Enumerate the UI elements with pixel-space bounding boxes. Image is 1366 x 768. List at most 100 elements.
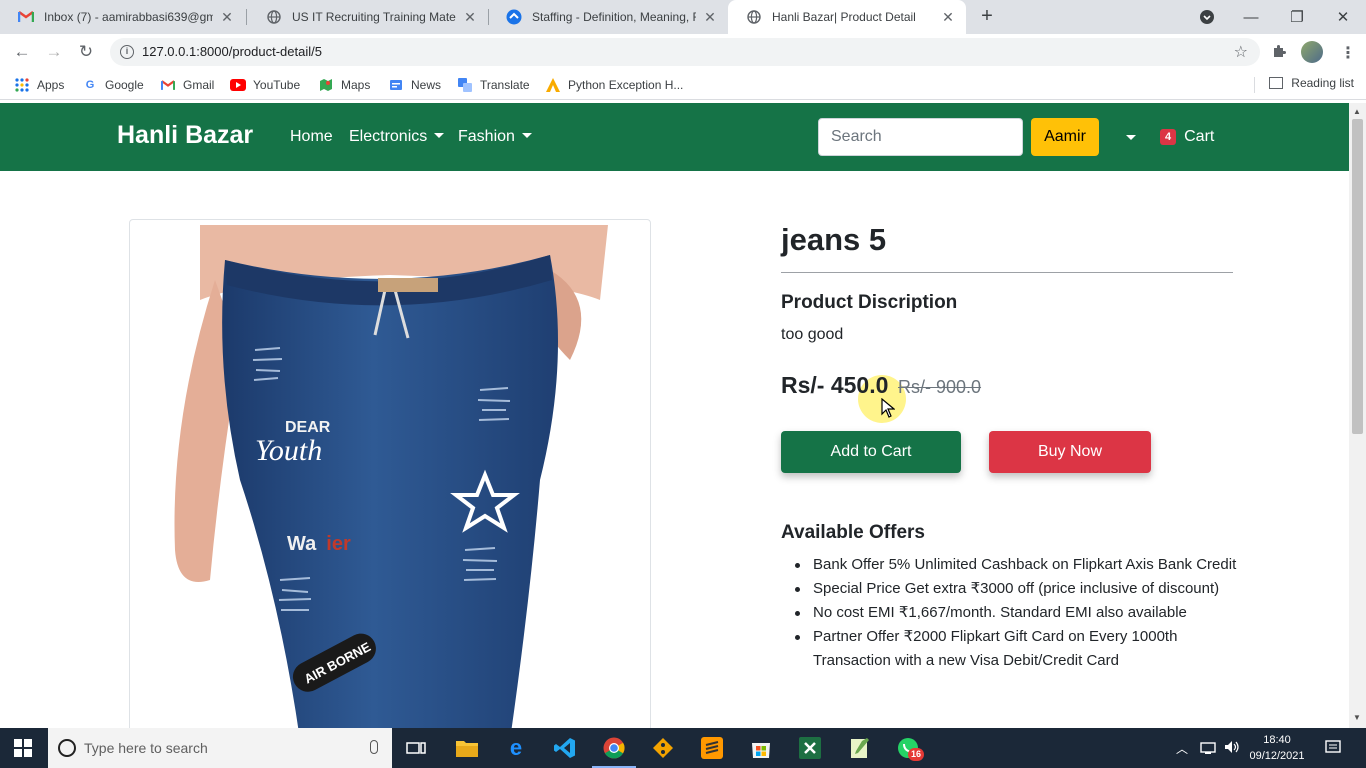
- excel-icon[interactable]: [798, 736, 822, 760]
- patch-text-warrior-white: Wa: [287, 533, 317, 555]
- cart-label: Cart: [1184, 128, 1215, 145]
- bookmark-label: Maps: [341, 78, 371, 92]
- tab-gmail-inbox[interactable]: Inbox (7) - aamirabbasi639@gmail.com ✕: [0, 0, 245, 34]
- bookmark-gmail[interactable]: Gmail: [160, 76, 214, 94]
- close-tab-icon[interactable]: ✕: [940, 9, 956, 25]
- menu-kebab-icon[interactable]: ⋮: [1340, 43, 1356, 63]
- tab-recruiting[interactable]: US IT Recruiting Training Materials ✕: [248, 0, 488, 34]
- patch-text-warrior-red: ier: [326, 533, 351, 555]
- close-tab-icon[interactable]: ✕: [219, 9, 235, 25]
- bookmark-apps[interactable]: Apps: [14, 76, 64, 94]
- user-button[interactable]: Aamir: [1031, 118, 1099, 156]
- forward-arrow-icon[interactable]: →: [42, 40, 66, 64]
- tray-chevron-up-icon[interactable]: ︿: [1176, 740, 1188, 757]
- taskbar-clock[interactable]: 18:40 09/12/2021: [1246, 732, 1308, 764]
- tab-divider: [246, 9, 247, 25]
- nav-label: Fashion: [458, 128, 515, 145]
- volume-icon[interactable]: [1224, 740, 1240, 757]
- bookmark-star-icon[interactable]: ☆: [1234, 42, 1248, 62]
- tab-product-detail[interactable]: Hanli Bazar| Product Detail ✕: [728, 0, 966, 34]
- youtube-icon: [230, 77, 246, 93]
- tab-staffing[interactable]: Staffing - Definition, Meaning, Function…: [488, 0, 728, 34]
- cart-link[interactable]: 4 Cart: [1160, 128, 1214, 146]
- whatsapp-icon[interactable]: 16: [896, 736, 925, 761]
- taskbar-search-box[interactable]: Type here to search: [48, 728, 392, 768]
- site-brand[interactable]: Hanli Bazar: [117, 121, 253, 150]
- bookmark-maps[interactable]: Maps: [318, 76, 370, 94]
- mouse-cursor-icon: [881, 397, 896, 423]
- scrollbar-thumb[interactable]: [1352, 119, 1363, 434]
- sublime-text-icon[interactable]: [700, 736, 724, 760]
- tab-title: US IT Recruiting Training Materials: [292, 10, 456, 24]
- browser-tab-strip: Inbox (7) - aamirabbasi639@gmail.com ✕ U…: [0, 0, 1366, 34]
- staffing-icon: [506, 9, 522, 25]
- search-input[interactable]: [818, 118, 1023, 156]
- bookmark-python-exception[interactable]: Python Exception H...: [545, 76, 683, 94]
- taskbar-search-placeholder: Type here to search: [84, 740, 208, 756]
- chrome-icon[interactable]: [592, 736, 636, 768]
- bookmark-label: Apps: [37, 78, 65, 92]
- bookmark-news[interactable]: News: [388, 76, 441, 94]
- buy-now-button[interactable]: Buy Now: [989, 431, 1151, 473]
- google-icon: G: [85, 79, 95, 91]
- restore-button[interactable]: ❐: [1274, 0, 1320, 34]
- maps-icon: [318, 77, 334, 93]
- file-explorer-icon[interactable]: [455, 736, 479, 760]
- bookmark-google[interactable]: G Google: [82, 76, 144, 94]
- close-tab-icon[interactable]: ✕: [462, 9, 478, 25]
- url-text[interactable]: 127.0.0.1:8000/product-detail/5: [142, 38, 322, 66]
- browser-toolbar: ← → ↻ i 127.0.0.1:8000/product-detail/5 …: [0, 34, 1366, 70]
- extensions-puzzle-icon[interactable]: [1271, 43, 1287, 64]
- offers-list: Bank Offer 5% Unlimited Cashback on Flip…: [781, 553, 1241, 673]
- notifications-icon[interactable]: [1325, 740, 1341, 757]
- tab-title: Hanli Bazar| Product Detail: [772, 10, 916, 24]
- user-dropdown-caret-icon[interactable]: [1126, 135, 1136, 140]
- cart-count-badge: 4: [1160, 129, 1177, 145]
- divider: [781, 272, 1233, 273]
- nav-electronics-dropdown[interactable]: Electronics: [349, 128, 445, 146]
- edge-browser-icon[interactable]: e: [504, 735, 528, 760]
- reading-list-icon: [1269, 77, 1284, 89]
- microsoft-store-icon[interactable]: [749, 736, 773, 760]
- windows-start-icon[interactable]: [14, 739, 32, 762]
- add-to-cart-button[interactable]: Add to Cart: [781, 431, 961, 473]
- tab-search-icon[interactable]: [1184, 0, 1230, 34]
- gmail-icon: [160, 77, 176, 93]
- microphone-icon[interactable]: [370, 740, 378, 754]
- git-icon[interactable]: [651, 736, 675, 760]
- caret-down-icon: [521, 133, 532, 138]
- bookmark-divider: [1254, 77, 1255, 93]
- nav-fashion-dropdown[interactable]: Fashion: [458, 128, 532, 146]
- news-icon: [388, 77, 404, 93]
- clock-date: 09/12/2021: [1249, 750, 1305, 762]
- scroll-up-arrow-icon[interactable]: ▲: [1353, 107, 1361, 116]
- product-title: jeans 5: [781, 222, 887, 257]
- scroll-down-arrow-icon[interactable]: ▼: [1353, 713, 1361, 722]
- close-tab-icon[interactable]: ✕: [702, 9, 718, 25]
- address-bar[interactable]: i 127.0.0.1:8000/product-detail/5 ☆: [110, 38, 1260, 66]
- site-info-icon[interactable]: i: [120, 45, 134, 59]
- notepad-icon[interactable]: [847, 736, 871, 760]
- network-icon[interactable]: [1200, 740, 1216, 757]
- product-description: too good: [781, 326, 844, 343]
- task-view-icon[interactable]: [404, 736, 428, 760]
- bookmark-youtube[interactable]: YouTube: [230, 76, 300, 94]
- close-window-button[interactable]: ✕: [1320, 0, 1366, 34]
- back-arrow-icon[interactable]: ←: [10, 40, 34, 64]
- new-tab-button[interactable]: +: [976, 6, 998, 28]
- nav-label: Electronics: [349, 128, 428, 145]
- page-scrollbar[interactable]: ▲ ▼: [1349, 103, 1366, 728]
- offer-item: No cost EMI ₹1,667/month. Standard EMI a…: [781, 601, 1241, 625]
- profile-avatar[interactable]: [1301, 41, 1323, 63]
- minimize-button[interactable]: —: [1228, 0, 1274, 34]
- reload-icon[interactable]: ↻: [74, 40, 98, 64]
- gmail-icon: [18, 9, 34, 25]
- site-navbar: Hanli Bazar Home Electronics Fashion Aam…: [0, 103, 1349, 171]
- nav-home[interactable]: Home: [290, 128, 333, 146]
- offer-item: Partner Offer ₹2000 Flipkart Gift Card o…: [781, 625, 1241, 673]
- reading-list-button[interactable]: Reading list: [1269, 76, 1354, 90]
- bookmark-label: Gmail: [183, 78, 215, 92]
- bookmark-translate[interactable]: Translate: [457, 76, 530, 94]
- vscode-icon[interactable]: [553, 736, 577, 760]
- clock-time: 18:40: [1263, 734, 1291, 746]
